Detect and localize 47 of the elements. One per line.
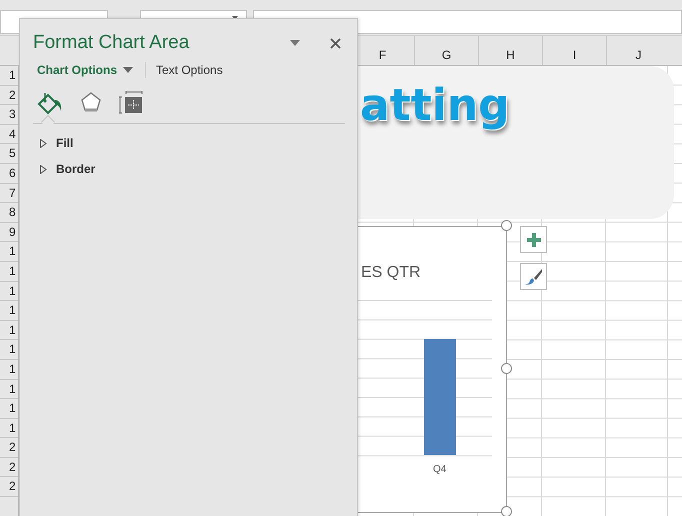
row-header[interactable]: 1 bbox=[0, 360, 18, 380]
row-header[interactable]: 2 bbox=[0, 438, 18, 458]
row-header[interactable]: 1 bbox=[0, 320, 18, 340]
options-tab[interactable]: Chart Options bbox=[37, 63, 117, 77]
plus-icon bbox=[526, 232, 540, 246]
caret-icon[interactable] bbox=[290, 40, 300, 46]
row-header[interactable]: 9 bbox=[0, 222, 18, 242]
row-header[interactable]: 8 bbox=[0, 203, 18, 223]
row-header[interactable]: 1 bbox=[0, 399, 18, 419]
row-header[interactable]: 2 bbox=[0, 477, 18, 498]
close-icon[interactable] bbox=[330, 38, 341, 48]
column-header[interactable]: J bbox=[606, 36, 670, 65]
row-header[interactable]: 2 bbox=[0, 458, 18, 478]
size-tab[interactable] bbox=[119, 91, 143, 115]
row-header[interactable]: 2 bbox=[0, 86, 18, 106]
row-header[interactable]: 1 bbox=[0, 66, 18, 86]
row-header[interactable]: 4 bbox=[0, 124, 18, 144]
chart-elements-button[interactable] bbox=[520, 226, 547, 253]
column-header[interactable]: H bbox=[478, 36, 542, 65]
options-tab[interactable]: Text Options bbox=[156, 63, 223, 77]
section-label: Fill bbox=[56, 136, 74, 150]
row-header[interactable]: 3 bbox=[0, 105, 18, 125]
chart-styles-button[interactable] bbox=[520, 263, 547, 290]
resize-handle[interactable] bbox=[501, 506, 512, 516]
row-header[interactable]: 1 bbox=[0, 340, 18, 360]
pane-title: Format Chart Area bbox=[33, 32, 190, 54]
row-header[interactable]: 1 bbox=[0, 242, 18, 262]
row-header[interactable]: 6 bbox=[0, 164, 18, 184]
chart-title: ES QTR bbox=[361, 264, 421, 282]
resize-handle[interactable] bbox=[501, 220, 512, 231]
brush-icon bbox=[524, 268, 542, 284]
row-header[interactable]: 1 bbox=[0, 262, 18, 282]
wordart-title: atting bbox=[360, 80, 510, 131]
row-header[interactable]: 1 bbox=[0, 418, 18, 438]
section-header[interactable]: Fill bbox=[33, 130, 345, 156]
row-header[interactable]: 5 bbox=[0, 144, 18, 164]
axis-label: Q4 bbox=[433, 464, 446, 475]
column-header[interactable]: G bbox=[414, 36, 478, 65]
fill-line-tab[interactable] bbox=[37, 91, 63, 115]
row-header[interactable]: 1 bbox=[0, 301, 18, 321]
row-header[interactable]: 7 bbox=[0, 184, 18, 204]
section-header[interactable]: Border bbox=[33, 156, 345, 182]
row-header[interactable]: 1 bbox=[0, 380, 18, 400]
resize-handle[interactable] bbox=[501, 363, 512, 374]
section-label: Border bbox=[56, 162, 96, 176]
row-header[interactable]: 1 bbox=[0, 282, 18, 302]
column-header[interactable]: I bbox=[542, 36, 606, 65]
